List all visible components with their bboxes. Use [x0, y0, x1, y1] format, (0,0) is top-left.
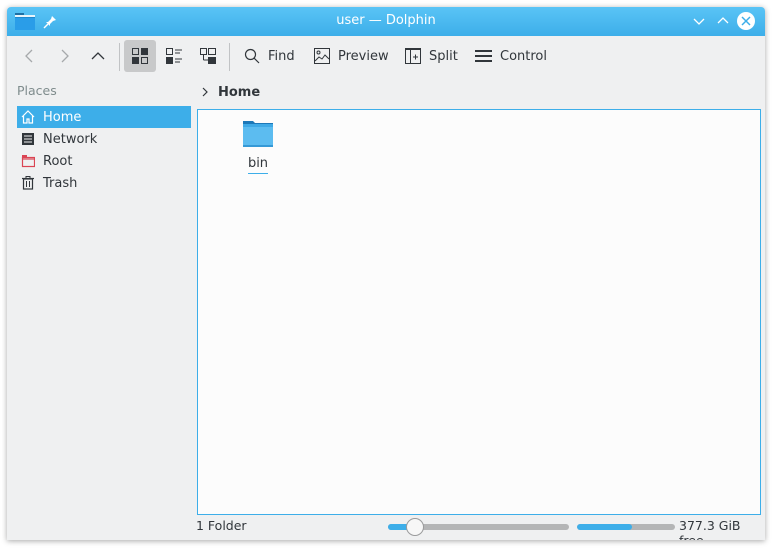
up-button[interactable]: [82, 40, 114, 72]
details-view-icon: [200, 48, 216, 64]
hamburger-menu-icon: [475, 50, 492, 62]
zoom-slider-handle[interactable]: [406, 518, 425, 536]
file-view[interactable]: bin: [197, 109, 761, 515]
icons-view-icon: [132, 48, 148, 64]
preview-label: Preview: [338, 48, 389, 64]
home-icon: [21, 110, 35, 124]
image-preview-icon: [314, 48, 330, 64]
close-button[interactable]: [736, 11, 756, 31]
status-summary: 1 Folder: [196, 518, 247, 533]
free-space-text: 377.3 GiB free: [679, 518, 741, 540]
trash-icon: [21, 176, 35, 190]
disk-capacity-bar: [577, 524, 675, 530]
icons-view-button[interactable]: [124, 40, 156, 72]
forward-button[interactable]: [48, 40, 80, 72]
network-icon: [21, 132, 35, 146]
maximize-button[interactable]: [713, 11, 733, 31]
places-panel-title: Places: [17, 83, 57, 98]
disk-capacity-fill: [577, 524, 632, 530]
folder-icon: [243, 121, 273, 147]
split-label: Split: [429, 48, 458, 64]
file-name: bin: [247, 156, 269, 174]
control-label: Control: [500, 48, 547, 64]
place-network[interactable]: Network: [17, 128, 191, 150]
back-button[interactable]: [14, 40, 46, 72]
search-icon: [244, 48, 260, 64]
compact-view-button[interactable]: [158, 40, 190, 72]
compact-view-icon: [166, 48, 182, 64]
find-button[interactable]: Find: [244, 40, 295, 72]
root-folder-icon: [21, 154, 35, 168]
window-title: user — Dolphin: [336, 13, 436, 28]
split-button[interactable]: Split: [405, 40, 458, 72]
chevron-right-icon: [61, 49, 69, 63]
find-label: Find: [268, 48, 295, 64]
place-label: Home: [43, 109, 82, 125]
chevron-right-icon[interactable]: [200, 86, 210, 98]
place-label: Root: [43, 153, 73, 169]
place-home[interactable]: Home: [17, 106, 191, 128]
status-bar: 1 Folder 377.3 GiB free: [7, 515, 765, 540]
control-button[interactable]: Control: [475, 40, 547, 72]
chevron-left-icon: [25, 49, 33, 63]
file-item-folder[interactable]: bin: [228, 120, 288, 174]
breadcrumb: Home: [200, 83, 260, 101]
toolbar-separator: [229, 43, 230, 71]
details-view-button[interactable]: [192, 40, 224, 72]
main-toolbar: Find Preview Split Control: [7, 36, 765, 76]
minimize-button[interactable]: [689, 11, 709, 31]
title-bar: user — Dolphin: [7, 7, 765, 36]
dolphin-window: user — Dolphin Find Preview Split Contro…: [7, 7, 765, 540]
chevron-up-icon: [91, 52, 105, 60]
preview-button[interactable]: Preview: [314, 40, 389, 72]
place-label: Trash: [43, 175, 78, 191]
place-root[interactable]: Root: [17, 150, 191, 172]
zoom-slider[interactable]: [388, 518, 569, 536]
place-label: Network: [43, 131, 98, 147]
place-trash[interactable]: Trash: [17, 172, 191, 194]
toolbar-separator: [119, 43, 120, 71]
split-view-icon: [405, 48, 421, 64]
breadcrumb-home[interactable]: Home: [218, 85, 260, 100]
places-panel: Home Network Root Trash: [17, 106, 191, 194]
